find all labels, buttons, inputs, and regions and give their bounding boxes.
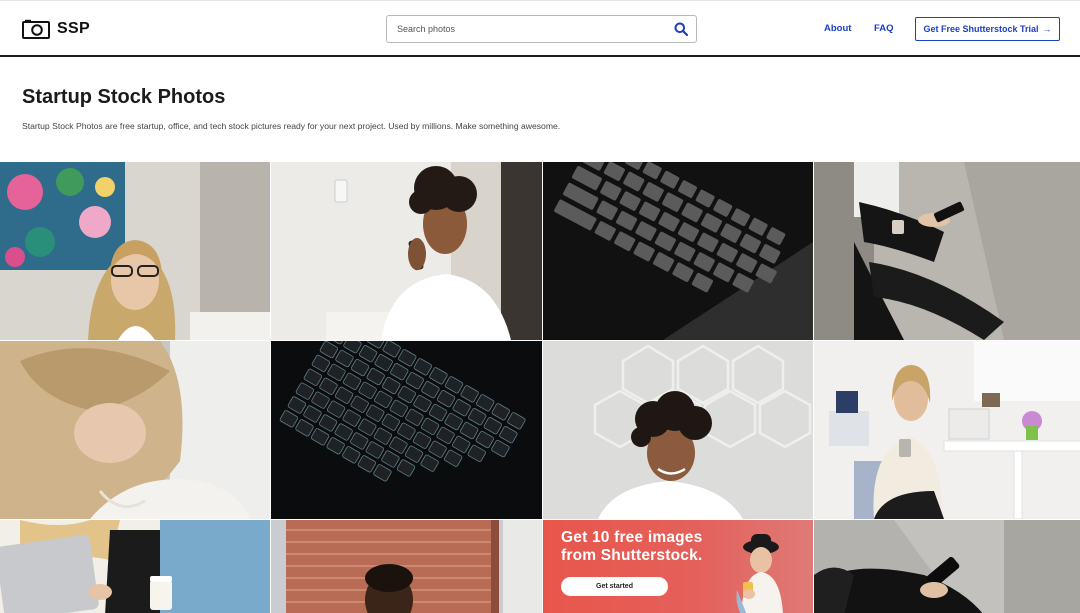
photo-tile[interactable] (0, 341, 270, 519)
promo-headline-line2: from Shutterstock. (561, 547, 703, 564)
photo-tile[interactable] (543, 162, 813, 340)
photo-woman-glasses (0, 162, 270, 340)
photo-tile[interactable] (814, 520, 1080, 613)
photo-tile[interactable] (814, 341, 1080, 519)
photo-woman-smiling (543, 341, 813, 519)
photo-woman-phone (271, 162, 542, 340)
photo-grid: Get 10 free images from Shutterstock. Ge… (0, 162, 1080, 613)
photo-tile[interactable] (814, 162, 1080, 340)
logo-text: SSP (57, 20, 90, 37)
get-started-button[interactable]: Get started (561, 577, 668, 596)
free-trial-label: Get Free Shutterstock Trial (923, 24, 1039, 34)
photo-man-brick-wall (271, 520, 542, 613)
photo-woman-office (814, 341, 1080, 519)
photo-woman-looking-down (0, 341, 270, 519)
search-input[interactable] (387, 16, 667, 42)
photo-keyboard (543, 162, 813, 340)
promo-headline-line1: Get 10 free images (561, 529, 703, 546)
site-header: SSP About FAQ Get Free Shutterstock Tria… (0, 0, 1080, 57)
promo-banner[interactable]: Get 10 free images from Shutterstock. Ge… (543, 520, 813, 613)
promo-illustration-woman (736, 534, 783, 613)
nav-faq-link[interactable]: FAQ (874, 23, 894, 34)
page-subtitle: Startup Stock Photos are free startup, o… (22, 121, 561, 131)
photo-person-smartphone (814, 520, 1080, 613)
photo-woman-laptop-coffee (0, 520, 270, 613)
logo[interactable]: SSP (22, 18, 90, 40)
photo-tile[interactable] (271, 520, 542, 613)
photo-backlit-keyboard (271, 341, 542, 519)
photo-tile[interactable] (271, 341, 542, 519)
camera-icon (22, 19, 50, 39)
page-title: Startup Stock Photos (22, 86, 226, 108)
photo-tile[interactable] (271, 162, 542, 340)
photo-person-seated-phone (814, 162, 1080, 340)
nav-about-link[interactable]: About (824, 23, 851, 34)
photo-tile[interactable] (0, 520, 270, 613)
search-icon[interactable] (674, 22, 688, 36)
arrow-right-icon: → (1042, 24, 1052, 34)
photo-tile[interactable] (0, 162, 270, 340)
free-trial-button[interactable]: Get Free Shutterstock Trial → (915, 17, 1060, 41)
promo-headline: Get 10 free images from Shutterstock. (561, 529, 731, 565)
search-box (386, 15, 697, 43)
photo-tile[interactable] (543, 341, 813, 519)
